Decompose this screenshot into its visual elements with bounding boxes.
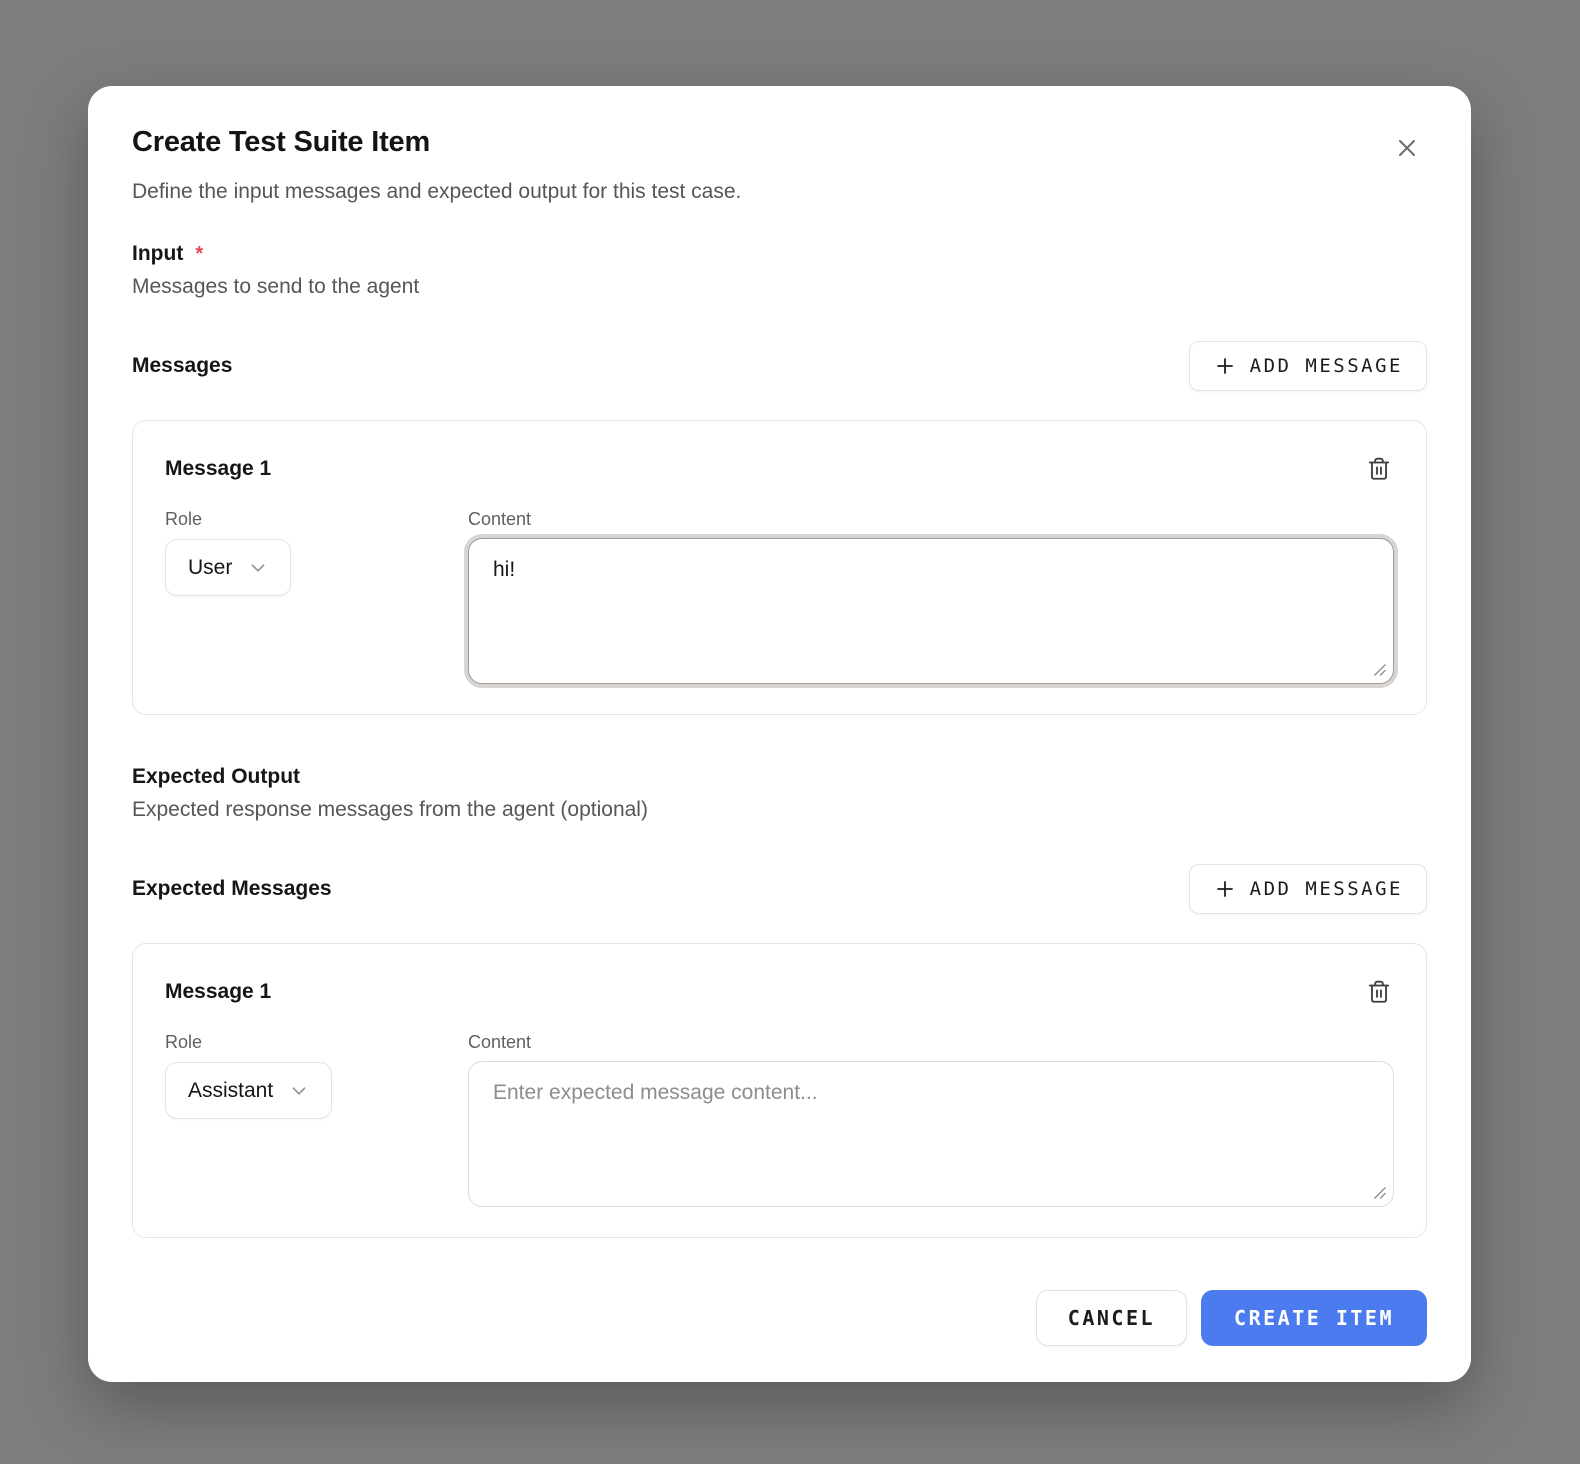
role-select[interactable]: User [165, 539, 291, 596]
role-select-value: User [188, 556, 232, 580]
plus-icon [1213, 354, 1237, 378]
role-select[interactable]: Assistant [165, 1062, 332, 1119]
dialog-subtitle: Define the input messages and expected o… [132, 180, 1427, 204]
message-card-title: Message 1 [165, 980, 271, 1004]
chevron-down-icon [247, 557, 269, 579]
expected-content-textarea[interactable] [468, 1061, 1394, 1207]
expected-messages-list-header: Expected Messages ADD MESSAGE [132, 864, 1427, 914]
expected-messages-header-label: Expected Messages [132, 877, 332, 901]
expected-output-label: Expected Output [132, 765, 300, 789]
role-field: Role User [165, 509, 468, 684]
dialog-title: Create Test Suite Item [132, 126, 430, 159]
message-card-body: Role User Content hi! [165, 509, 1394, 684]
add-message-button-label: ADD MESSAGE [1250, 878, 1403, 900]
close-button[interactable] [1389, 130, 1425, 166]
message-card-header: Message 1 [165, 977, 1394, 1007]
content-field: Content [468, 1032, 1394, 1207]
close-icon [1393, 150, 1421, 165]
expected-section-header: Expected Output [132, 765, 1427, 789]
input-content-textarea[interactable]: hi! [468, 538, 1394, 684]
expected-output-description: Expected response messages from the agen… [132, 798, 1427, 822]
create-item-button[interactable]: CREATE ITEM [1201, 1290, 1427, 1346]
content-label: Content [468, 1032, 1394, 1053]
content-label: Content [468, 509, 1394, 530]
content-field: Content hi! [468, 509, 1394, 684]
role-label: Role [165, 1032, 468, 1053]
content-textarea-wrap: hi! [468, 538, 1394, 684]
chevron-down-icon [288, 1080, 310, 1102]
dialog-header: Create Test Suite Item [132, 126, 1427, 166]
role-label: Role [165, 509, 468, 530]
cancel-button[interactable]: CANCEL [1036, 1290, 1187, 1346]
add-input-message-button[interactable]: ADD MESSAGE [1189, 341, 1427, 391]
plus-icon [1213, 877, 1237, 901]
required-asterisk: * [195, 243, 203, 266]
resize-handle-icon[interactable] [1372, 662, 1387, 677]
input-message-card: Message 1 Role User [132, 420, 1427, 715]
role-field: Role Assistant [165, 1032, 468, 1207]
add-message-button-label: ADD MESSAGE [1250, 355, 1403, 377]
messages-header-label: Messages [132, 354, 232, 378]
dialog-footer: CANCEL CREATE ITEM [132, 1290, 1427, 1346]
role-select-value: Assistant [188, 1079, 273, 1103]
message-card-title: Message 1 [165, 457, 271, 481]
trash-icon [1366, 470, 1392, 485]
messages-list-header: Messages ADD MESSAGE [132, 341, 1427, 391]
create-test-suite-item-dialog: Create Test Suite Item Define the input … [88, 86, 1471, 1382]
trash-icon [1366, 993, 1392, 1008]
resize-handle-icon[interactable] [1372, 1185, 1387, 1200]
input-description: Messages to send to the agent [132, 275, 1427, 299]
content-textarea-wrap [468, 1061, 1394, 1207]
add-expected-message-button[interactable]: ADD MESSAGE [1189, 864, 1427, 914]
input-section-header: Input * [132, 242, 1427, 266]
message-card-header: Message 1 [165, 454, 1394, 484]
input-label: Input [132, 242, 183, 266]
expected-message-card: Message 1 Role Assistant [132, 943, 1427, 1238]
message-card-body: Role Assistant Content [165, 1032, 1394, 1207]
delete-input-message-button[interactable] [1364, 454, 1394, 484]
delete-expected-message-button[interactable] [1364, 977, 1394, 1007]
